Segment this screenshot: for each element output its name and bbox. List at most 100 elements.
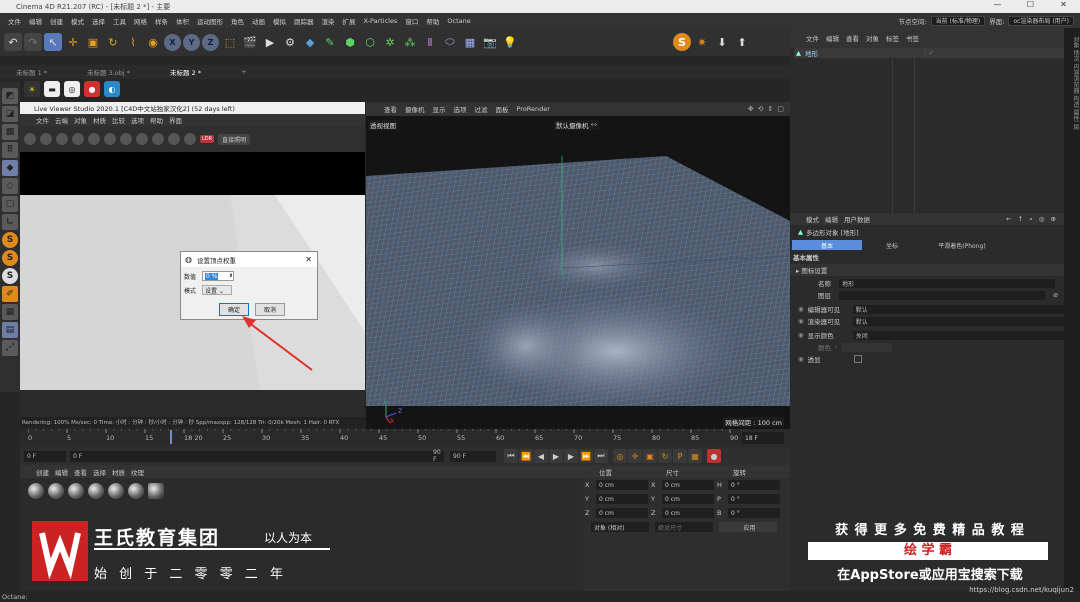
floor-icon[interactable]: ▦ [461, 33, 479, 51]
menu-item[interactable]: 运动图形 [193, 16, 227, 26]
new-tab-button[interactable]: + [241, 68, 246, 76]
region-icon[interactable] [120, 133, 132, 145]
settings-icon[interactable] [24, 133, 36, 145]
material-menu-item[interactable]: 编辑 [55, 467, 68, 477]
live-viewer-menu-item[interactable]: 界面 [169, 115, 182, 125]
material-ball[interactable] [48, 483, 64, 499]
menu-item[interactable]: 体积 [172, 16, 193, 26]
mode-select[interactable]: 设置 ⌄ [202, 285, 233, 295]
rotation-input[interactable]: 0 ° [728, 480, 780, 490]
prev-frame-icon[interactable]: ◀ [534, 449, 548, 463]
maximize-view-icon[interactable]: ▢ [777, 105, 784, 113]
prev-key-icon[interactable]: ⏪ [519, 449, 533, 463]
size-input[interactable]: 0 cm [662, 480, 714, 490]
x-axis-lock-icon[interactable]: X [164, 33, 181, 51]
light-icon[interactable]: 💡 [501, 33, 519, 51]
material-menu-item[interactable]: 纹理 [131, 467, 144, 477]
live-viewer-menu-item[interactable]: 选项 [131, 115, 144, 125]
live-viewer-menu-item[interactable]: 比较 [112, 115, 125, 125]
anim-dot-icon[interactable]: ◉ [798, 305, 804, 313]
texture-mode-icon[interactable]: ◪ [2, 106, 18, 122]
tab-untitled-3-obj[interactable]: 未标题 3.obj * [87, 67, 130, 77]
play-icon[interactable]: ▶ [549, 449, 563, 463]
coord-mode-select[interactable]: 对象 (相对) [591, 522, 649, 532]
z-axis-lock-icon[interactable]: Z [202, 33, 219, 51]
menu-item[interactable]: 样条 [151, 16, 172, 26]
rotate-tool-icon[interactable]: ↻ [104, 33, 122, 51]
zoom-view-icon[interactable]: ⇕ [768, 105, 774, 113]
visibility-dots-icon[interactable]: ⁚ ✓ [924, 49, 934, 57]
record-camera-icon[interactable]: ● [84, 81, 100, 97]
viewport-menu-item[interactable]: 过滤 [475, 104, 488, 114]
attr-menu-mode[interactable]: 模式 [806, 214, 819, 224]
viewport-menu-item[interactable]: 摄像机 [405, 104, 425, 114]
menu-item[interactable]: Octane [443, 17, 474, 25]
redo-icon[interactable]: ↷ [24, 33, 42, 51]
restart-icon[interactable] [40, 133, 52, 145]
octane-s-tool-3-icon[interactable]: S [2, 268, 18, 284]
live-viewer-menu-item[interactable]: 帮助 [150, 115, 163, 125]
dialog-close-icon[interactable]: ✕ [305, 255, 312, 264]
scale-key-icon[interactable]: ▣ [643, 449, 657, 463]
live-select-icon[interactable]: ⌇ [124, 33, 142, 51]
apply-button[interactable]: 应用 [719, 522, 777, 532]
camera-icon[interactable]: 📷 [481, 33, 499, 51]
stepper-icon[interactable]: ⬍ [229, 273, 233, 279]
subdivision-icon[interactable]: ⬢ [341, 33, 359, 51]
next-key-icon[interactable]: ⏩ [579, 449, 593, 463]
size-input[interactable]: 0 cm [662, 494, 714, 504]
menu-item[interactable]: 渲染 [318, 16, 339, 26]
brush-icon[interactable]: ✐ [2, 286, 18, 302]
lock-icon[interactable] [88, 133, 100, 145]
minimize-button[interactable]: — [981, 0, 1014, 9]
viewport-menu-item[interactable]: 选项 [454, 104, 467, 114]
live-viewer-menu-item[interactable]: 材质 [93, 115, 106, 125]
material-menu-item[interactable]: 查看 [74, 467, 87, 477]
menu-item[interactable]: 工具 [109, 16, 130, 26]
material-ball[interactable] [108, 483, 124, 499]
autokey-icon[interactable]: ● [707, 449, 721, 463]
pill-icon[interactable]: ▬ [44, 81, 60, 97]
stop-icon[interactable] [72, 133, 84, 145]
render-to-picture-viewer-icon[interactable]: ▶ [261, 33, 279, 51]
layout-select[interactable]: oc渲染器布局 (用户) [1008, 15, 1074, 26]
position-input[interactable]: 0 cm [596, 494, 648, 504]
right-side-tabs[interactable]: 对象 场次 内容浏览器 构造 属性 层 [1064, 28, 1080, 602]
checker-icon[interactable]: ▩ [2, 124, 18, 140]
size-input[interactable]: 0 cm [662, 508, 714, 518]
viewport-menu-item[interactable]: 查看 [384, 104, 397, 114]
export-icon[interactable]: ⬆ [733, 33, 751, 51]
extrude-icon[interactable]: ⬡ [361, 33, 379, 51]
tab-basic[interactable]: 基本 [792, 240, 862, 250]
film-region-icon[interactable] [136, 133, 148, 145]
menu-item[interactable]: 选择 [88, 16, 109, 26]
layer-clear-icon[interactable]: ⊘ [1053, 292, 1058, 299]
render-view-icon[interactable]: 🎬 [241, 33, 259, 51]
xray-checkbox[interactable] [853, 355, 862, 363]
material-menu-item[interactable]: 材质 [112, 467, 125, 477]
move-key-icon[interactable]: ✛ [628, 449, 642, 463]
ldr-badge[interactable]: LDR [200, 135, 215, 143]
pin-icon[interactable] [168, 133, 180, 145]
focus-icon[interactable] [184, 133, 196, 145]
pause-icon[interactable] [56, 133, 68, 145]
value-input[interactable]: 0 % ⬍ [202, 271, 235, 281]
menu-item[interactable]: 模拟 [269, 16, 290, 26]
menu-item[interactable]: X-Particles [360, 17, 402, 25]
undo-icon[interactable]: ↶ [4, 33, 22, 51]
attr-menu-edit[interactable]: 编辑 [825, 214, 838, 224]
material-ball[interactable] [68, 483, 84, 499]
model-mode-icon[interactable]: ◆ [2, 160, 18, 176]
attr-menu-userdata[interactable]: 用户数据 [844, 214, 870, 224]
position-input[interactable]: 0 cm [596, 480, 648, 490]
edges-mode-icon[interactable]: ◇ [2, 178, 18, 194]
tab-phong[interactable]: 平滑着色(Phong) [922, 241, 1002, 250]
maximize-button[interactable]: ☐ [1014, 0, 1047, 9]
select-tool-icon[interactable]: ↖ [44, 33, 62, 51]
menu-item[interactable]: 帮助 [422, 16, 443, 26]
rotate-key-icon[interactable]: ↻ [658, 449, 672, 463]
pla-key-icon[interactable]: ▦ [688, 449, 702, 463]
material-ball[interactable] [88, 483, 104, 499]
next-frame-icon[interactable]: ▶ [564, 449, 578, 463]
preview-end-input[interactable]: 90 F [430, 449, 444, 463]
